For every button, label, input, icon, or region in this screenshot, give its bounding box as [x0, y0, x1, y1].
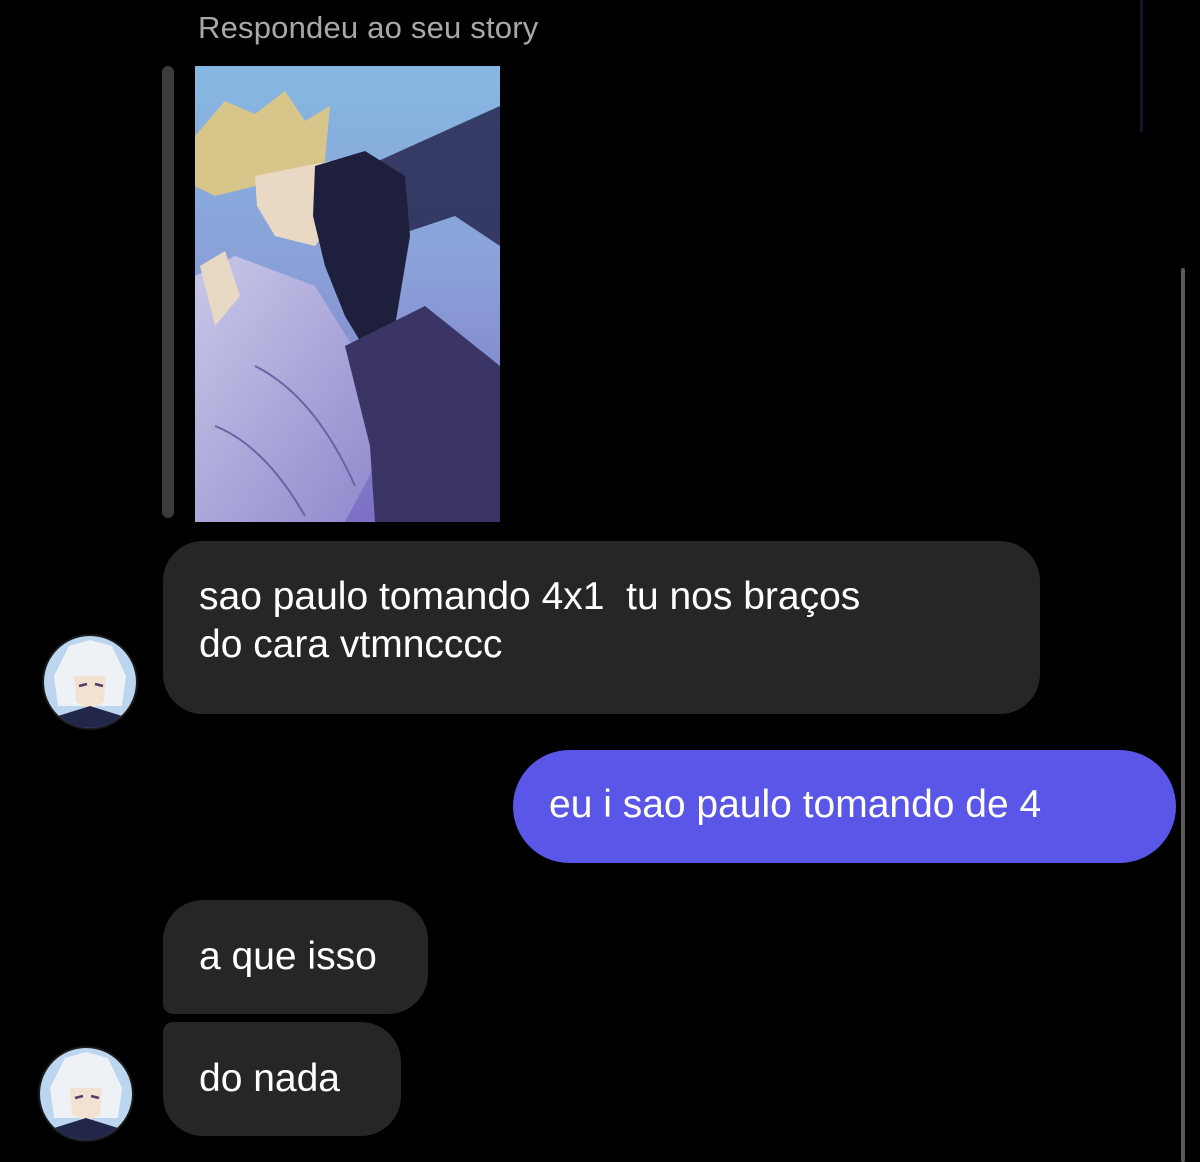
story-image	[195, 66, 500, 522]
scrollbar[interactable]	[1181, 268, 1185, 1162]
story-reply-label: Respondeu ao seu story	[198, 10, 539, 45]
message-bubble-incoming[interactable]: do nada	[163, 1022, 401, 1136]
avatar-image	[40, 1048, 132, 1140]
message-line: sao paulo tomando 4x1 tu nos braços	[199, 575, 861, 618]
message-bubble-incoming[interactable]: a que isso	[163, 900, 428, 1014]
story-reply-bar	[162, 66, 174, 518]
message-line: do cara vtmncccc	[199, 623, 503, 666]
scroll-indicator-top	[1140, 0, 1143, 132]
avatar-image	[44, 636, 136, 728]
message-bubble-incoming[interactable]: sao paulo tomando 4x1 tu nos braços do c…	[163, 541, 1040, 714]
message-bubble-outgoing[interactable]: eu i sao paulo tomando de 4	[513, 750, 1176, 863]
story-thumbnail[interactable]	[195, 66, 500, 522]
contact-avatar[interactable]	[42, 634, 138, 730]
contact-avatar[interactable]	[38, 1046, 134, 1142]
